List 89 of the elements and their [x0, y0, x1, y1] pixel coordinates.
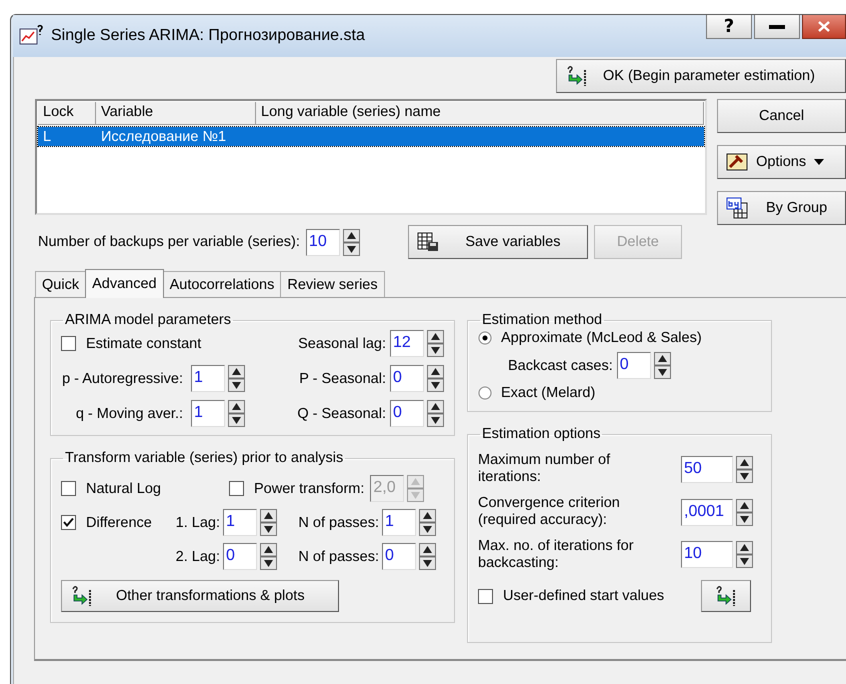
number-field[interactable]: 0: [390, 400, 424, 427]
radio-label: Exact (Melard): [501, 385, 596, 401]
spin-buttons[interactable]: [427, 400, 444, 427]
number-field[interactable]: 1: [191, 400, 225, 427]
checkbox-label: Natural Log: [86, 480, 161, 496]
number-field[interactable]: 0: [223, 543, 257, 570]
group-title: ARIMA model parameters: [64, 312, 232, 328]
number-field[interactable]: 1: [191, 365, 225, 392]
tab[interactable]: Quick: [35, 271, 86, 297]
checkbox[interactable]: [61, 481, 76, 496]
spin-buttons[interactable]: [736, 456, 753, 483]
by-group-button[interactable]: By Group: [717, 191, 846, 225]
group-title: Transform variable (series) prior to analysis: [64, 450, 344, 466]
field-label: Maximum number of iterations:: [478, 452, 612, 487]
spin-buttons[interactable]: [228, 400, 245, 427]
group-title: Estimation options: [481, 426, 602, 442]
list-row[interactable]: L Исследование №1: [38, 127, 704, 146]
field-label: N of passes:: [297, 514, 380, 530]
cancel-button[interactable]: Cancel: [717, 99, 846, 133]
spin-buttons[interactable]: [419, 543, 436, 570]
checkbox[interactable]: [61, 336, 76, 351]
number-field[interactable]: ,0001: [681, 498, 733, 526]
other-transformations-button[interactable]: Other transformations & plots: [61, 580, 339, 612]
field-label: N of passes:: [297, 548, 380, 564]
checkbox-label: Power transform:: [254, 480, 364, 496]
arrow-icon: [565, 65, 589, 87]
spin-buttons[interactable]: [736, 541, 753, 568]
field-label: Seasonal lag:: [297, 336, 387, 352]
minimize-button[interactable]: [754, 15, 800, 39]
checkbox-label: User-defined start values: [503, 588, 664, 604]
grid-disk-icon: [416, 232, 439, 252]
checkbox-label: Difference: [86, 514, 152, 530]
number-field[interactable]: 50: [681, 456, 733, 483]
field-label: Convergence criterion (required accuracy):: [478, 494, 621, 530]
spin-buttons[interactable]: [228, 365, 245, 392]
tab[interactable]: Review series: [280, 271, 385, 297]
spin-buttons[interactable]: [260, 543, 277, 570]
grid-icon: [726, 197, 748, 219]
spin-buttons[interactable]: [427, 365, 444, 392]
close-button[interactable]: [802, 15, 846, 39]
arrow-icon: [714, 585, 738, 608]
lock-cell-text: L: [42, 128, 52, 144]
number-field[interactable]: 0: [616, 352, 651, 379]
field-label: P - Seasonal:: [298, 370, 387, 386]
backups-label: Number of backups per variable (series):: [38, 234, 300, 250]
options-button[interactable]: Options: [717, 145, 846, 179]
spin-buttons[interactable]: [260, 509, 277, 536]
radio-button[interactable]: [478, 386, 492, 400]
field-label: q - Moving aver.:: [74, 406, 184, 422]
field-label: 2. Lag:: [174, 548, 221, 564]
checkbox[interactable]: [61, 515, 76, 530]
checkbox-label: Estimate constant: [86, 336, 202, 352]
ok-button[interactable]: OK (Begin parameter estimation): [556, 59, 846, 93]
number-field[interactable]: 1: [223, 509, 257, 536]
spin-buttons[interactable]: [419, 509, 436, 536]
variable-cell-text: Исследование №1: [100, 128, 228, 144]
column-header[interactable]: Long variable (series) name: [256, 102, 704, 124]
spin-buttons[interactable]: [736, 498, 753, 526]
tab[interactable]: Advanced: [85, 269, 164, 298]
column-header[interactable]: Variable: [96, 102, 256, 124]
number-field[interactable]: 0: [390, 365, 424, 392]
minimize-icon: [769, 24, 785, 28]
column-header[interactable]: Lock: [38, 102, 96, 124]
caret-icon: [814, 159, 824, 165]
start-values-button[interactable]: [701, 580, 751, 612]
chart-icon: [19, 25, 45, 47]
field-label: p - Autoregressive:: [61, 370, 184, 386]
radio-button[interactable]: [478, 331, 492, 345]
spin-buttons[interactable]: [342, 228, 360, 256]
field-label: Backcast cases:: [508, 358, 613, 374]
number-field[interactable]: 10: [306, 228, 340, 256]
spin-buttons[interactable]: [427, 330, 444, 357]
hammer-icon: [726, 152, 748, 172]
number-field[interactable]: 1: [382, 509, 416, 536]
field-label: Q - Seasonal:: [296, 406, 387, 422]
arrow-icon: [70, 585, 94, 607]
field-label: Max. no. of iterations for backcasting:: [478, 538, 635, 572]
number-field[interactable]: 10: [681, 541, 733, 568]
number-field[interactable]: 0: [382, 543, 416, 570]
field-label: 1. Lag:: [174, 514, 221, 530]
window-title: Single Series ARIMA: Прогнозирование.sta: [51, 27, 365, 45]
group-title: Estimation method: [481, 312, 604, 328]
spin-buttons[interactable]: [654, 352, 671, 379]
help-button[interactable]: ?: [706, 15, 752, 39]
radio-label: Approximate (McLeod & Sales): [501, 330, 702, 346]
save-variables-button[interactable]: Save variables: [408, 225, 588, 259]
close-icon: [818, 21, 830, 32]
checkbox[interactable]: [478, 588, 493, 604]
number-field[interactable]: 12: [390, 330, 424, 357]
